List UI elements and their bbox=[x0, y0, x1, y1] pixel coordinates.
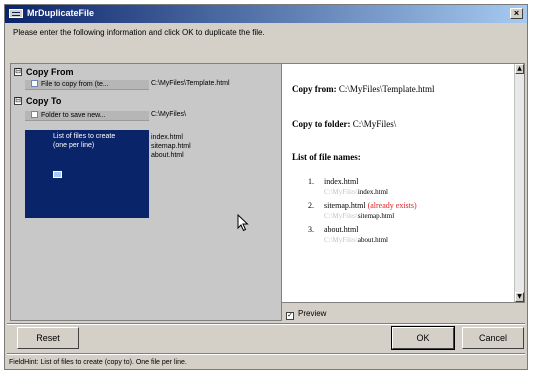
category-copy-to-label: Copy To bbox=[26, 96, 62, 106]
app-icon bbox=[9, 9, 23, 18]
preview-file-list: 1. index.html C:\MyFiles\index.html 2. s… bbox=[302, 176, 507, 246]
category-copy-to[interactable]: ⊟ Copy To bbox=[11, 96, 281, 107]
list-item: 1. index.html C:\MyFiles\index.html bbox=[308, 177, 388, 196]
category-copy-from-label: Copy From bbox=[26, 67, 74, 77]
checkbox-checked-icon[interactable]: ✓ bbox=[286, 312, 294, 320]
title-bar[interactable]: MrDuplicateFile × bbox=[5, 5, 527, 23]
property-value-file[interactable]: C:\MyFiles\Template.html bbox=[151, 80, 230, 87]
scroll-up-icon[interactable]: ▲ bbox=[515, 64, 524, 74]
property-value-folder[interactable]: C:\MyFiles\ bbox=[151, 111, 186, 118]
scroll-down-icon[interactable]: ▼ bbox=[515, 292, 524, 302]
dialog-window: MrDuplicateFile × Please enter the follo… bbox=[4, 4, 528, 370]
preview-scrollbar[interactable]: ▲ ▼ bbox=[514, 64, 524, 302]
preview-list-heading: List of file names: bbox=[292, 152, 361, 162]
property-icon bbox=[31, 80, 38, 87]
edit-list-button[interactable] bbox=[53, 171, 62, 178]
preview-copy-from: Copy from: C:\MyFiles\Template.html bbox=[292, 84, 435, 94]
category-copy-from[interactable]: ⊟ Copy From bbox=[11, 67, 281, 78]
already-exists-warning: (already exists) bbox=[367, 201, 417, 210]
close-button[interactable]: × bbox=[510, 8, 523, 19]
property-row-folder[interactable]: Folder to save new... C:\MyFiles\ bbox=[25, 111, 281, 121]
mouse-pointer-icon bbox=[237, 214, 249, 232]
property-name-file: File to copy from (te... bbox=[41, 81, 109, 88]
divider bbox=[7, 323, 525, 325]
status-bar: FieldHint: List of files to create (copy… bbox=[9, 359, 187, 366]
collapse-copy-from-icon[interactable]: ⊟ bbox=[14, 68, 22, 76]
preview-pane: Copy from: C:\MyFiles\Template.html Copy… bbox=[281, 63, 525, 303]
divider bbox=[7, 353, 525, 355]
property-name-folder: Folder to save new... bbox=[41, 112, 106, 119]
property-row-file-list[interactable]: List of files to create (one per line) i… bbox=[25, 130, 281, 218]
cancel-button[interactable]: Cancel bbox=[462, 327, 524, 349]
ok-button[interactable]: OK bbox=[391, 326, 455, 350]
reset-button[interactable]: Reset bbox=[17, 327, 79, 349]
property-grid: ⊟ Copy From File to copy from (te... C:\… bbox=[10, 63, 282, 321]
preview-copy-to: Copy to folder: C:\MyFiles\ bbox=[292, 119, 397, 129]
collapse-copy-to-icon[interactable]: ⊟ bbox=[14, 97, 22, 105]
list-item: 3. about.html C:\MyFiles\about.html bbox=[308, 225, 388, 244]
window-title: MrDuplicateFile bbox=[27, 8, 95, 18]
property-icon bbox=[31, 111, 38, 118]
property-row-file-to-copy[interactable]: File to copy from (te... C:\MyFiles\Temp… bbox=[25, 80, 281, 90]
property-name-file-list: List of files to create (one per line) bbox=[25, 130, 149, 218]
property-value-file-list[interactable]: index.html sitemap.html about.html bbox=[151, 133, 191, 160]
instructions-text: Please enter the following information a… bbox=[13, 28, 265, 37]
preview-checkbox[interactable]: ✓ Preview bbox=[286, 309, 326, 320]
list-item: 2. sitemap.html (already exists) C:\MyFi… bbox=[308, 201, 417, 220]
